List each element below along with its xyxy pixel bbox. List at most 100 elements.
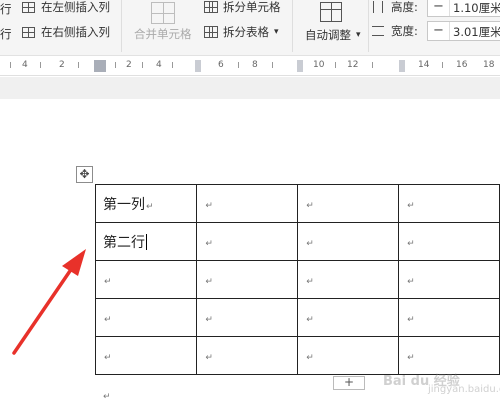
insert-row-below-label[interactable]: 行 [0, 27, 12, 41]
table-move-handle-icon[interactable]: ✥ [76, 166, 93, 183]
table-row: 第一列↵ ↵ ↵ ↵ [94, 184, 500, 223]
table-cell[interactable]: ↵ [398, 222, 500, 261]
paragraph-mark-icon: ↵ [205, 200, 213, 211]
ruler-number: 2 [59, 60, 65, 70]
paragraph-mark-icon: ↵ [205, 314, 213, 325]
paragraph-mark-icon: ↵ [104, 276, 112, 287]
table-cell[interactable]: ↵ [196, 260, 299, 299]
merge-cells-label: 合并单元格 [134, 27, 192, 41]
table-tools-ribbon: 行 行 在左侧插入列 在右侧插入列 合并单元格 拆分单元格 拆分表格 ▾ 自动调… [0, 0, 500, 56]
paragraph-mark-icon: ↵ [205, 352, 213, 363]
column-marker[interactable] [297, 60, 303, 72]
column-marker[interactable] [195, 60, 201, 72]
text-caret [146, 233, 147, 250]
paragraph-mark-icon: ↵ [205, 276, 213, 287]
table-cell[interactable]: ↵ [398, 336, 500, 375]
ruler-tick [372, 62, 373, 68]
split-table-label: 拆分表格 [223, 25, 269, 39]
insert-right-column-label: 在右侧插入列 [41, 25, 110, 39]
left-indent-marker[interactable] [94, 60, 106, 72]
table-cell[interactable]: 第一列↵ [94, 184, 198, 223]
ribbon-separator [121, 0, 122, 52]
ruler-number: 4 [156, 60, 162, 70]
paragraph-mark-icon: ↵ [205, 238, 213, 249]
ruler-tick [142, 62, 143, 68]
table-cell[interactable]: ↵ [196, 184, 299, 223]
table-cell[interactable]: ↵ [297, 260, 400, 299]
ruler-number: 2 [126, 60, 132, 70]
ribbon-separator [292, 0, 293, 52]
auto-adjust-icon [320, 2, 342, 22]
paragraph-mark-icon: ↵ [306, 314, 314, 325]
table-cell[interactable]: ↵ [398, 260, 500, 299]
paragraph-mark-icon: ↵ [407, 314, 415, 325]
paragraph-mark-icon: ↵ [103, 392, 111, 402]
ruler-tick [238, 62, 239, 68]
merge-cells-icon [151, 2, 175, 24]
ruler-number: 18 [483, 60, 495, 70]
ruler-tick [78, 62, 79, 68]
paragraph-mark-icon: ↵ [306, 200, 314, 211]
table-cell[interactable]: ↵ [94, 260, 198, 299]
column-marker[interactable] [399, 60, 405, 72]
split-cells-label: 拆分单元格 [223, 0, 281, 14]
table-cell[interactable]: ↵ [94, 336, 198, 375]
ruler-number: 4 [22, 60, 28, 70]
paragraph-mark-icon: ↵ [104, 352, 112, 363]
auto-adjust-label: 自动调整 [305, 28, 351, 42]
table-cell-active[interactable]: 第二行 [94, 222, 198, 261]
column-width-label: 宽度: [391, 24, 418, 38]
horizontal-ruler[interactable]: 4 2 2 4 6 8 10 12 14 16 18 [0, 56, 500, 76]
table-cell[interactable]: ↵ [398, 184, 500, 223]
ribbon-separator [368, 0, 369, 52]
table-cell[interactable]: ↵ [196, 222, 299, 261]
table-cell[interactable]: ↵ [297, 184, 400, 223]
ruler-tick [115, 62, 116, 68]
table-cell[interactable]: ↵ [297, 336, 400, 375]
table-cell[interactable]: ↵ [196, 298, 299, 337]
row-height-icon [373, 1, 383, 13]
ruler-tick [172, 62, 173, 68]
auto-adjust-chevron-down-icon: ▾ [356, 30, 361, 40]
ruler-number: 10 [313, 60, 325, 70]
ruler-number: 12 [347, 60, 359, 70]
cell-text: 第二行 [103, 234, 145, 251]
paragraph-mark-icon: ↵ [407, 200, 415, 211]
table-cell[interactable]: ↵ [196, 336, 299, 375]
ruler-tick [272, 62, 273, 68]
paragraph-mark-icon: ↵ [407, 352, 415, 363]
paragraph-mark-icon: ↵ [306, 352, 314, 363]
row-height-field[interactable]: − 1.10厘米 [427, 0, 500, 17]
column-width-field[interactable]: − 3.01厘米 [427, 21, 500, 41]
table-row: ↵ ↵ ↵ ↵ [94, 298, 500, 337]
insert-right-column-icon [22, 27, 35, 38]
ruler-number: 6 [218, 60, 224, 70]
column-width-value: 3.01厘米 [453, 25, 500, 39]
paragraph-mark-icon: ↵ [407, 238, 415, 249]
cell-text: 第一列 [103, 196, 145, 213]
paragraph-mark-icon: ↵ [306, 276, 314, 287]
column-width-icon [372, 26, 384, 36]
paragraph-mark-icon: ↵ [104, 314, 112, 325]
ruler-tick [335, 62, 336, 68]
insert-left-column-label: 在左侧插入列 [41, 0, 110, 14]
ruler-tick [10, 62, 11, 68]
table-cell[interactable]: ↵ [297, 298, 400, 337]
column-width-decrease-button[interactable]: − [428, 22, 450, 40]
add-row-button[interactable]: + [333, 376, 365, 390]
table-row: ↵ ↵ ↵ ↵ [94, 336, 500, 375]
ruler-tick [442, 62, 443, 68]
split-table-chevron-down-icon: ▾ [274, 27, 279, 37]
paragraph-mark-icon: ↵ [407, 276, 415, 287]
document-table[interactable]: 第一列↵ ↵ ↵ ↵ 第二行 ↵ ↵ ↵ ↵ ↵ ↵ ↵ ↵ ↵ ↵ ↵ ↵ ↵… [94, 184, 500, 375]
row-height-value: 1.10厘米 [453, 1, 500, 15]
table-cell[interactable]: ↵ [398, 298, 500, 337]
row-height-decrease-button[interactable]: − [428, 0, 450, 16]
table-row: ↵ ↵ ↵ ↵ [94, 260, 500, 299]
table-cell[interactable]: ↵ [297, 222, 400, 261]
paragraph-mark-icon: ↵ [306, 238, 314, 249]
insert-row-above-label[interactable]: 行 [0, 2, 12, 16]
ruler-number: 16 [456, 60, 468, 70]
table-cell[interactable]: ↵ [94, 298, 198, 337]
row-height-label: 高度: [391, 0, 418, 14]
